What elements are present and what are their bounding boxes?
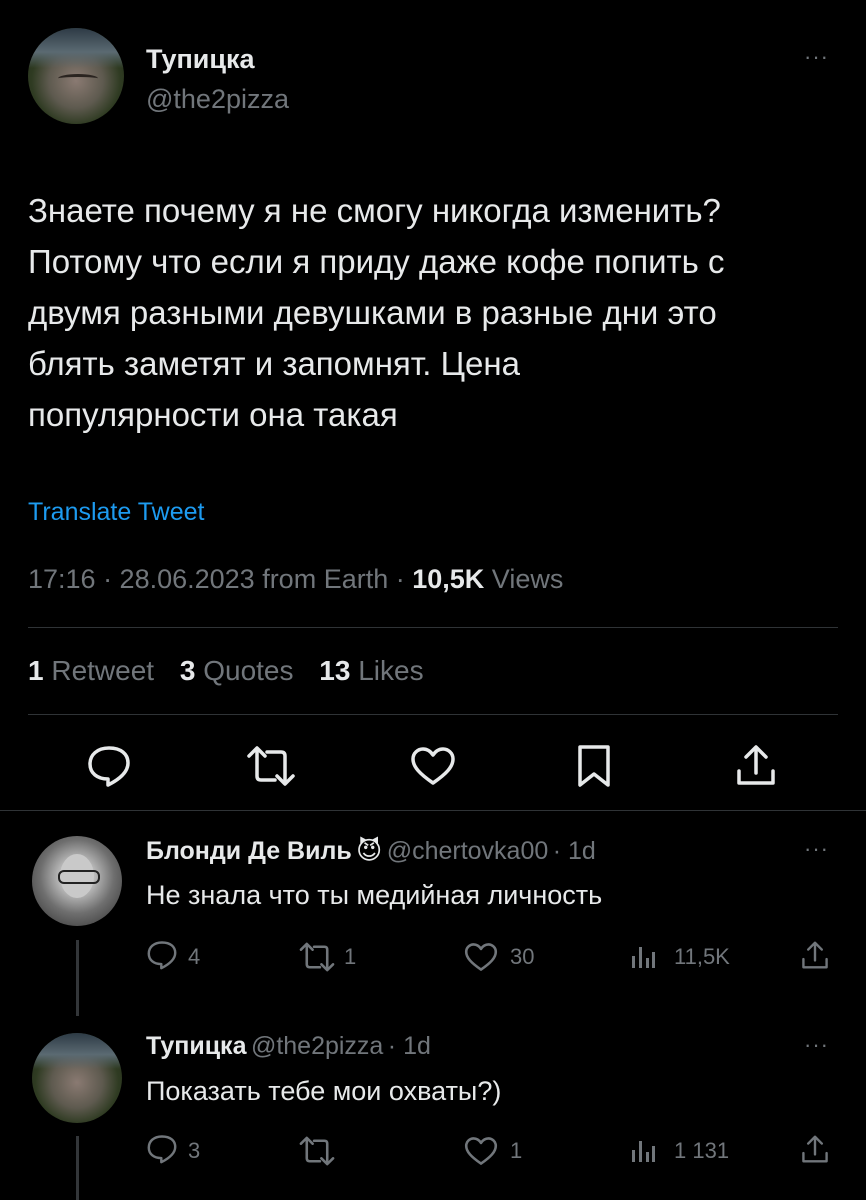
quotes-label[interactable]: Quotes bbox=[203, 655, 293, 686]
share-icon[interactable] bbox=[800, 940, 830, 975]
reply-author-handle[interactable]: @chertovka00 bbox=[387, 837, 549, 865]
author-display-name[interactable]: Тупицка bbox=[146, 44, 255, 75]
tweet-text: Знаете почему я не смогу никогда изменит… bbox=[28, 192, 725, 433]
more-options-icon[interactable]: ··· bbox=[804, 836, 829, 862]
reply-author-name[interactable]: Тупицка bbox=[146, 1032, 246, 1060]
reply-author-name[interactable]: Блонди Де Виль bbox=[146, 837, 352, 865]
reply-author-handle[interactable]: @the2pizza bbox=[251, 1032, 383, 1060]
divider bbox=[28, 714, 838, 715]
reply-text: Не знала что ты медийная личность bbox=[146, 880, 603, 910]
tweet-stats: 1 Retweet 3 Quotes 13 Likes bbox=[28, 655, 442, 687]
author-avatar[interactable] bbox=[28, 28, 124, 124]
reply-icon[interactable] bbox=[146, 940, 178, 975]
like-icon[interactable] bbox=[410, 746, 456, 786]
avatar-face-detail bbox=[58, 74, 98, 83]
retweet-count: 1 bbox=[344, 944, 357, 969]
tweet-timestamp[interactable]: 17:16 · 28.06.2023 from Earth · bbox=[28, 564, 412, 594]
reply-avatar[interactable] bbox=[32, 836, 122, 926]
like-icon[interactable] bbox=[464, 942, 498, 977]
thread-line bbox=[76, 940, 79, 1016]
view-count: 11,5K bbox=[674, 944, 730, 969]
retweet-icon[interactable] bbox=[245, 746, 297, 786]
retweets-count[interactable]: 1 bbox=[28, 655, 44, 686]
reply-age[interactable]: · 1d bbox=[388, 1032, 431, 1060]
share-icon[interactable] bbox=[734, 743, 778, 787]
reply-count: 4 bbox=[188, 944, 201, 969]
avatar-hair bbox=[28, 28, 124, 68]
tweet-meta: 17:16 · 28.06.2023 from Earth · 10,5K Vi… bbox=[28, 564, 563, 595]
reply-actions: 4 1 30 11,5K bbox=[146, 938, 846, 974]
reply-actions: 3 1 1 131 bbox=[146, 1132, 846, 1168]
avatar-glasses bbox=[58, 870, 100, 884]
thread-line bbox=[76, 1136, 79, 1200]
share-icon[interactable] bbox=[800, 1134, 830, 1169]
author-handle[interactable]: @the2pizza bbox=[146, 84, 289, 115]
divider bbox=[28, 627, 838, 628]
reply-avatar[interactable] bbox=[32, 1033, 122, 1123]
reply-header: Тупицка @the2pizza · 1d bbox=[146, 1032, 431, 1061]
reply-icon[interactable] bbox=[146, 1134, 178, 1169]
reply-text: Показать тебе мои охваты?) bbox=[146, 1076, 502, 1106]
reply-header: Блонди Де Виль 😈 @chertovka00 · 1d bbox=[146, 836, 596, 866]
more-options-icon[interactable]: ··· bbox=[804, 1032, 829, 1058]
quotes-count[interactable]: 3 bbox=[180, 655, 196, 686]
devil-emoji-icon: 😈 bbox=[356, 837, 383, 865]
like-count: 30 bbox=[510, 944, 535, 969]
retweets-label[interactable]: Retweet bbox=[51, 655, 154, 686]
more-options-icon[interactable]: ··· bbox=[804, 44, 829, 70]
bookmark-icon[interactable] bbox=[576, 744, 612, 788]
views-icon[interactable] bbox=[630, 944, 656, 975]
view-count: 1 131 bbox=[674, 1138, 730, 1163]
like-icon[interactable] bbox=[464, 1136, 498, 1171]
reply-age[interactable]: · 1d bbox=[553, 837, 596, 865]
like-count: 1 bbox=[510, 1138, 523, 1163]
likes-label[interactable]: Likes bbox=[358, 655, 423, 686]
avatar-hair bbox=[32, 1033, 122, 1069]
retweet-icon[interactable] bbox=[298, 942, 336, 977]
likes-count[interactable]: 13 bbox=[319, 655, 350, 686]
views-label: Views bbox=[484, 564, 564, 594]
reply-icon[interactable] bbox=[86, 745, 132, 787]
views-count: 10,5K bbox=[412, 564, 485, 594]
views-icon[interactable] bbox=[630, 1138, 656, 1169]
retweet-icon[interactable] bbox=[298, 1136, 336, 1171]
translate-tweet-link[interactable]: Translate Tweet bbox=[28, 498, 204, 527]
reply-count: 3 bbox=[188, 1138, 201, 1163]
divider bbox=[0, 810, 866, 811]
